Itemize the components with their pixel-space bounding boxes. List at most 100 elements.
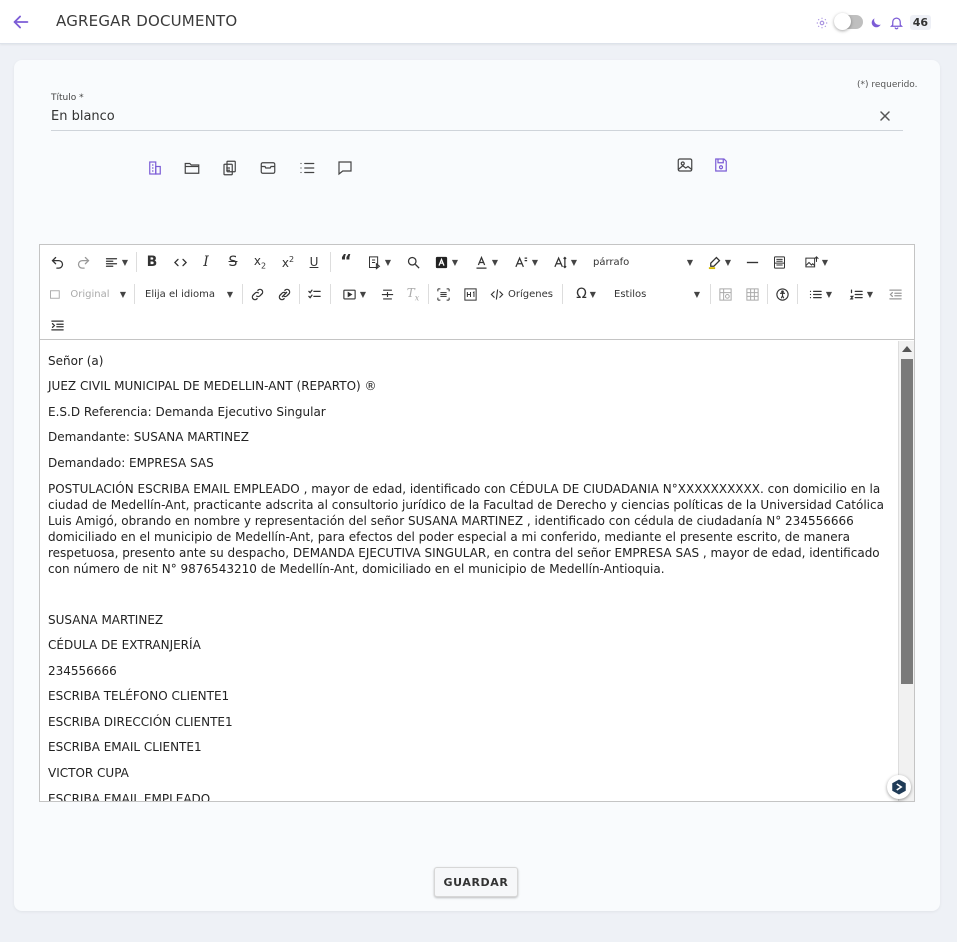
undo-icon[interactable] (48, 252, 66, 272)
image-size-value: Original (70, 288, 110, 300)
strikethrough-icon[interactable]: S (224, 252, 242, 272)
page-margin-icon[interactable] (378, 284, 396, 304)
redo-icon[interactable] (74, 252, 92, 272)
title-value[interactable]: En blanco (51, 109, 115, 124)
table-cell-properties-icon[interactable] (716, 284, 734, 304)
form-card: (*) requerido. Título * En blanco ▼ B I … (14, 60, 940, 911)
language-dropdown[interactable]: Elija el idioma ▼ (145, 284, 233, 304)
horizontal-line-icon[interactable] (743, 252, 761, 272)
theme-toggle[interactable] (833, 13, 863, 30)
moon-icon (869, 15, 883, 29)
highlight-dropdown[interactable]: ▼ (703, 252, 735, 272)
signature-line: ESCRIBA DIRECCIÓN CLIENTE1 (48, 715, 233, 729)
insert-image-dropdown[interactable]: ▼ (798, 252, 834, 272)
checklist-icon[interactable] (305, 284, 323, 304)
subscript-icon[interactable]: x2 (250, 252, 270, 272)
underline-icon[interactable]: U (305, 252, 323, 272)
image-gallery-icon[interactable] (676, 156, 694, 174)
chevron-down-icon: ▼ (825, 289, 833, 299)
bold-icon[interactable]: B (143, 252, 161, 272)
sun-icon (815, 15, 829, 29)
font-background-color-dropdown[interactable]: ▼ (430, 252, 462, 272)
toolbar-divider (134, 284, 135, 304)
title-field[interactable]: En blanco (51, 106, 903, 131)
chevron-down-icon: ▼ (693, 289, 700, 299)
select-all-icon[interactable] (434, 284, 452, 304)
chevron-down-icon: ▼ (226, 289, 233, 299)
document-line: Demandado: EMPRESA SAS (48, 456, 214, 470)
comment-icon[interactable] (336, 159, 354, 177)
image-size-dropdown[interactable]: Original ▼ (48, 284, 126, 304)
list-icon[interactable] (298, 159, 316, 177)
align-dropdown[interactable]: ▼ (100, 252, 132, 272)
title-label: Título * (51, 93, 84, 103)
archive-icon[interactable] (259, 159, 277, 177)
find-replace-icon[interactable] (404, 252, 422, 272)
document-line: Señor (a) (48, 354, 104, 368)
chevron-down-icon: ▼ (384, 257, 392, 267)
scroll-up-arrow-icon[interactable] (902, 346, 912, 352)
chevron-down-icon: ▼ (491, 257, 499, 267)
chevron-down-icon: ▼ (589, 289, 596, 299)
chevron-down-icon: ▼ (119, 289, 126, 299)
font-color-dropdown[interactable]: ▼ (470, 252, 502, 272)
close-icon[interactable] (877, 108, 893, 124)
outdent-icon[interactable] (886, 284, 904, 304)
code-icon[interactable] (170, 252, 190, 272)
toolbar-divider (330, 252, 331, 272)
unlink-icon[interactable] (275, 284, 293, 304)
chevron-down-icon: ▼ (866, 289, 874, 299)
signature-line: CÉDULA DE EXTRANJERÍA (48, 638, 201, 652)
page-break-icon[interactable] (770, 252, 788, 272)
document-line: JUEZ CIVIL MUNICIPAL DE MEDELLIN-ANT (RE… (48, 379, 377, 393)
signature-line: ESCRIBA EMAIL EMPLEADO (48, 792, 211, 801)
chevron-down-icon: ▼ (451, 257, 459, 267)
scrollbar-thumb[interactable] (901, 359, 913, 684)
toolbar-divider (330, 284, 331, 304)
back-arrow-icon[interactable] (10, 11, 32, 33)
editor-scrollbar[interactable] (898, 341, 914, 801)
signature-line: SUSANA MARTINEZ (48, 613, 164, 627)
media-embed-dropdown[interactable]: ▼ (337, 284, 371, 304)
styles-dropdown[interactable]: Estilos ▼ (614, 284, 700, 304)
copy-documents-icon[interactable] (221, 159, 239, 177)
chevron-down-icon: ▼ (121, 257, 129, 267)
italic-icon[interactable]: I (198, 252, 214, 272)
editor-content[interactable]: Señor (a) JUEZ CIVIL MUNICIPAL DE MEDELL… (40, 341, 898, 801)
link-icon[interactable] (248, 284, 266, 304)
line-height-dropdown[interactable]: ▼ (548, 252, 582, 272)
save-button[interactable]: GUARDAR (434, 867, 518, 897)
document-line: Demandante: SUSANA MARTINEZ (48, 430, 249, 444)
paragraph-format-dropdown[interactable]: párrafo ▼ (593, 252, 693, 272)
notification-count[interactable]: 46 (909, 14, 931, 30)
editor-toolbar: ▼ B I S x2 x2 U “ ▼ ▼ ▼ ▼ ▼ párrafo ▼ ▼ … (40, 245, 914, 340)
remove-format-icon[interactable]: Tx (404, 284, 422, 304)
table-properties-icon[interactable] (743, 284, 761, 304)
source-button[interactable]: Orígenes (488, 284, 554, 304)
accessibility-icon[interactable] (773, 284, 791, 304)
chevron-down-icon: ▼ (359, 289, 367, 299)
ai-assistant-icon[interactable] (887, 775, 911, 799)
bulleted-list-dropdown[interactable]: ▼ (803, 284, 837, 304)
indent-icon[interactable] (48, 315, 66, 335)
blockquote-icon[interactable]: “ (337, 252, 355, 272)
chevron-down-icon: ▼ (531, 257, 539, 267)
insert-template-dropdown[interactable]: ▼ (362, 252, 396, 272)
font-size-dropdown[interactable]: ▼ (510, 252, 542, 272)
toggle-knob (833, 13, 851, 30)
superscript-icon[interactable]: x2 (278, 252, 298, 272)
required-note: (*) requerido. (857, 80, 918, 90)
language-value: Elija el idioma (145, 288, 215, 300)
special-characters-dropdown[interactable]: Ω ▼ (569, 284, 603, 304)
chevron-down-icon: ▼ (821, 257, 829, 267)
heading-block-icon[interactable] (461, 284, 479, 304)
chevron-down-icon: ▼ (570, 257, 578, 267)
chevron-down-icon: ▼ (724, 257, 732, 267)
save-icon[interactable] (712, 156, 730, 174)
document-paragraph: POSTULACIÓN ESCRIBA EMAIL EMPLEADO , may… (48, 482, 884, 576)
bell-icon[interactable] (889, 15, 904, 30)
numbered-list-dropdown[interactable]: ▼ (844, 284, 878, 304)
toolbar-divider (299, 284, 300, 304)
building-icon[interactable] (146, 159, 164, 177)
folder-icon[interactable] (183, 159, 201, 177)
